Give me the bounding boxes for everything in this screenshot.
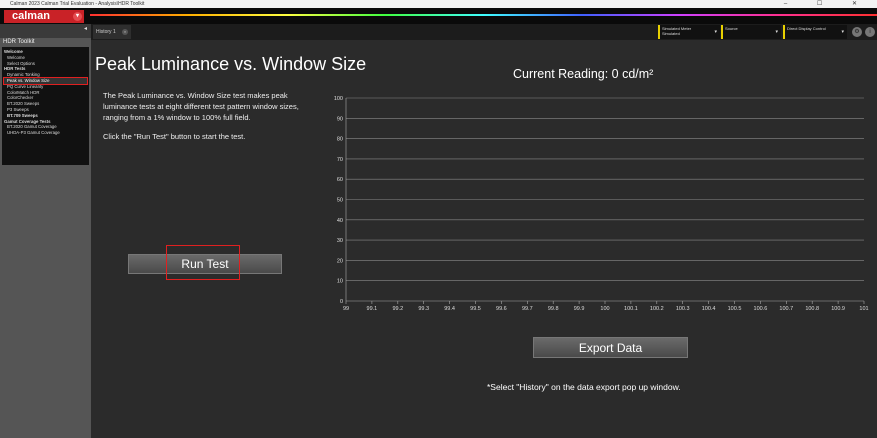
y-tick-label: 20: [337, 258, 343, 264]
x-tick-label: 99.4: [444, 306, 455, 312]
y-tick-label: 50: [337, 198, 343, 204]
tree-item[interactable]: UHDA-P3 Gamut Coverage: [4, 130, 87, 136]
info-icon[interactable]: i: [865, 27, 875, 37]
y-tick-label: 70: [337, 157, 343, 163]
source-dropdown[interactable]: Source ▾: [721, 25, 781, 39]
chevron-down-icon: ▾: [841, 29, 844, 35]
x-tick-label: 99.7: [522, 306, 533, 312]
tab-label: History 1: [96, 29, 116, 35]
x-tick-label: 99.1: [367, 306, 378, 312]
sidebar-collapse-bar[interactable]: ◂: [0, 24, 91, 38]
x-tick-label: 100.7: [779, 306, 793, 312]
tab-history-1[interactable]: History 1 ×: [93, 25, 131, 39]
workflow-title: HDR Toolkit: [3, 39, 35, 45]
page-title: Peak Luminance vs. Window Size: [95, 54, 367, 74]
x-tick-label: 100.2: [650, 306, 664, 312]
close-button[interactable]: ✕: [852, 1, 871, 7]
x-tick-label: 99: [343, 306, 349, 312]
x-tick-label: 100.8: [805, 306, 819, 312]
window-title: Calman 2023 Calman Trial Evaluation - An…: [10, 1, 145, 7]
meter-dropdown-value: Simulated: [662, 31, 680, 36]
y-tick-label: 0: [340, 299, 343, 305]
x-tick-label: 99.8: [548, 306, 559, 312]
chevron-down-icon: ▾: [73, 12, 82, 21]
sidebar: ◂ HDR Toolkit Welcome Welcome Select Optio…: [0, 24, 91, 438]
luminance-chart: 0 10 20 30 40 50 60 70 80 90 100 99 99.1 99.2 99.3 99.4…: [334, 96, 869, 312]
chevron-left-icon[interactable]: ◂: [84, 25, 87, 32]
y-tick-label: 10: [337, 279, 343, 285]
rainbow-bar: [90, 14, 877, 16]
logo-text: calman: [12, 10, 50, 22]
export-data-button[interactable]: Export Data: [533, 337, 688, 358]
window-controls: – ☐ ✕: [784, 0, 871, 8]
x-tick-label: 100.5: [728, 306, 742, 312]
workflow-tree: Welcome Welcome Select Options HDR Tests Dyn…: [2, 47, 89, 165]
app-header: calman ▾: [0, 8, 877, 24]
meter-dropdown[interactable]: Simulated Meter Simulated ▾: [658, 25, 720, 39]
settings-icon[interactable]: ⚙: [852, 27, 862, 37]
calman-logo-menu[interactable]: calman ▾: [4, 10, 84, 23]
export-footnote: *Select "History" on the data export pop…: [487, 382, 681, 392]
run-test-highlight: [166, 245, 240, 280]
minimize-button[interactable]: –: [784, 1, 801, 7]
display-control-dropdown[interactable]: Direct Display Control ▾: [783, 25, 847, 39]
x-tick-label: 100.4: [702, 306, 716, 312]
y-tick-label: 80: [337, 137, 343, 143]
test-instruction: Click the "Run Test" button to start the…: [103, 132, 246, 141]
y-tick-label: 30: [337, 238, 343, 244]
x-tick-label: 100: [600, 306, 609, 312]
x-tick-label: 100.1: [624, 306, 638, 312]
x-tick-label: 99.6: [496, 306, 507, 312]
x-tick-label: 100.9: [831, 306, 845, 312]
x-tick-label: 100.3: [676, 306, 690, 312]
x-tick-label: 99.5: [470, 306, 481, 312]
current-reading: Current Reading: 0 cd/m²: [513, 67, 654, 81]
chevron-down-icon: ▾: [775, 29, 778, 35]
y-tick-label: 40: [337, 218, 343, 224]
chevron-down-icon: ▾: [714, 29, 717, 35]
display-control-label: Direct Display Control: [787, 26, 826, 31]
x-tick-label: 101: [859, 306, 868, 312]
y-tick-label: 90: [337, 116, 343, 122]
window-titlebar: Calman 2023 Calman Trial Evaluation - An…: [0, 0, 877, 8]
x-tick-label: 100.6: [754, 306, 768, 312]
x-tick-label: 99.3: [418, 306, 429, 312]
close-icon[interactable]: ×: [122, 29, 128, 35]
x-tick-label: 99.9: [574, 306, 585, 312]
main-panel: Peak Luminance vs. Window Size The Peak …: [91, 40, 877, 438]
tab-bar: History 1 × Simulated Meter Simulated ▾ …: [91, 24, 877, 40]
y-tick-label: 100: [334, 96, 343, 102]
y-tick-label: 60: [337, 177, 343, 183]
x-tick-label: 99.2: [392, 306, 403, 312]
test-description: The Peak Luminance vs. Window Size test …: [103, 91, 299, 122]
source-dropdown-label: Source: [725, 26, 738, 31]
maximize-button[interactable]: ☐: [817, 1, 836, 7]
